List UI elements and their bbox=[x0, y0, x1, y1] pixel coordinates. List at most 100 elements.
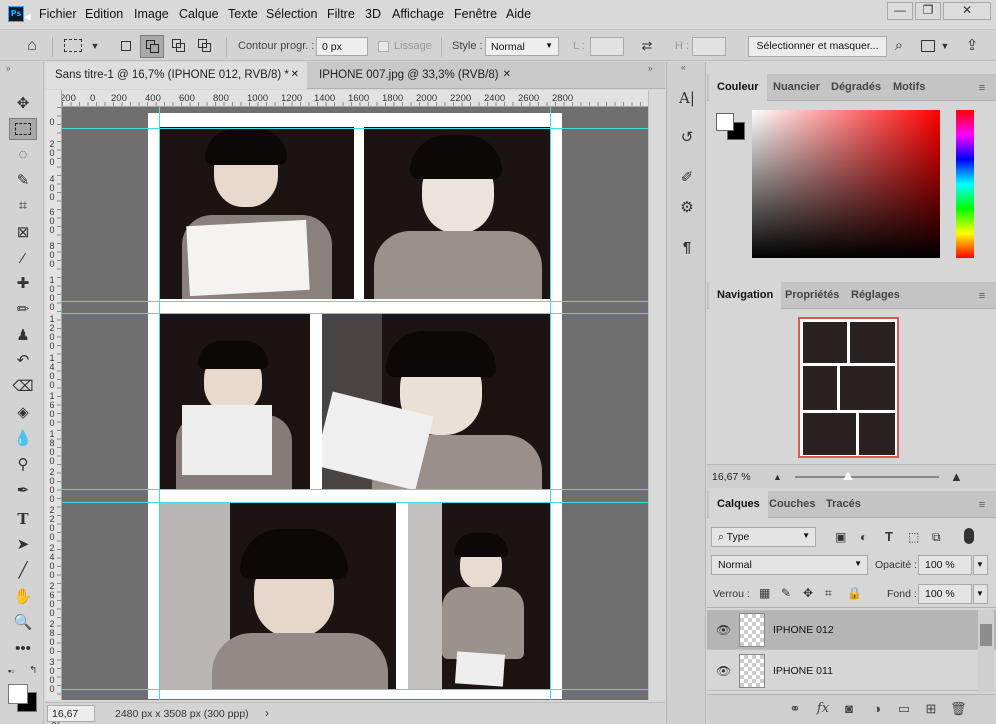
search-icon[interactable]: ⌕ bbox=[891, 38, 907, 54]
menu-texte[interactable]: Texte bbox=[228, 7, 258, 21]
lock-artboard-icon[interactable]: ⌗ bbox=[825, 586, 832, 601]
tab-iphone-007[interactable]: IPHONE 007.jpg @ 33,3% (RVB/8) ✕ bbox=[309, 62, 519, 89]
pen-tool-icon[interactable]: ✒ bbox=[9, 480, 37, 502]
lasso-tool-icon[interactable]: ◌ bbox=[9, 144, 37, 166]
guide-line[interactable] bbox=[62, 313, 648, 314]
filter-smart-object-icon[interactable]: ⧉ bbox=[932, 530, 941, 545]
home-icon[interactable]: ⌂ bbox=[24, 38, 40, 54]
adjustment-layer-icon[interactable]: ◑ bbox=[869, 701, 885, 716]
add-to-selection-button[interactable] bbox=[140, 35, 164, 58]
menu-selection[interactable]: Sélection bbox=[266, 7, 317, 21]
lock-all-icon[interactable]: 🔒 bbox=[847, 586, 862, 600]
filter-pixel-icon[interactable]: ▣ bbox=[835, 530, 846, 544]
foreground-color-chip[interactable] bbox=[716, 113, 734, 131]
menu-fichier[interactable]: Fichier bbox=[39, 7, 77, 21]
layer-row[interactable]: 👁 IPHONE 011 bbox=[707, 651, 996, 691]
restore-button[interactable]: ❐ bbox=[915, 2, 941, 20]
filter-shape-icon[interactable]: ⬚ bbox=[908, 530, 919, 544]
close-icon[interactable]: ✕ bbox=[503, 69, 511, 80]
marquee-tool-icon[interactable] bbox=[9, 118, 37, 140]
workspace-icon[interactable] bbox=[921, 40, 935, 52]
guide-line[interactable] bbox=[62, 502, 648, 503]
brush-tool-icon[interactable]: ✏ bbox=[9, 299, 37, 321]
panel-menu-icon[interactable]: ≡ bbox=[976, 499, 988, 511]
path-selection-tool-icon[interactable]: ➤ bbox=[9, 534, 37, 556]
zoom-field[interactable]: 16,67 % bbox=[47, 705, 95, 724]
type-tool-icon[interactable]: T bbox=[9, 508, 37, 530]
collapse-icon[interactable]: » bbox=[648, 64, 652, 73]
photoshop-logo-icon[interactable]: Ps bbox=[8, 6, 24, 22]
navigator-zoom-value[interactable]: 16,67 % bbox=[712, 471, 751, 483]
layers-scrollbar[interactable] bbox=[978, 610, 994, 692]
vertical-scrollbar[interactable] bbox=[648, 90, 665, 700]
blur-tool-icon[interactable]: 💧 bbox=[9, 428, 37, 450]
new-selection-icon[interactable] bbox=[121, 41, 131, 51]
lock-transparency-icon[interactable]: ▦ bbox=[759, 586, 770, 600]
tab-calques[interactable]: Calques bbox=[709, 491, 768, 518]
quick-select-tool-icon[interactable]: ✎ bbox=[9, 170, 37, 192]
navigator-thumbnail[interactable] bbox=[798, 317, 899, 458]
new-group-icon[interactable]: ▭ bbox=[896, 701, 912, 717]
scroll-thumb[interactable] bbox=[980, 624, 992, 646]
paragraph-panel-icon[interactable]: ¶ bbox=[677, 238, 697, 258]
frame-tool-icon[interactable]: ⊠ bbox=[9, 222, 37, 244]
panel-menu-icon[interactable]: ≡ bbox=[976, 290, 988, 302]
delete-layer-icon[interactable]: 🗑 bbox=[950, 701, 967, 717]
move-tool-icon[interactable]: ✥ bbox=[9, 93, 37, 115]
select-and-mask-button[interactable]: Sélectionner et masquer... bbox=[748, 36, 887, 57]
tab-couches[interactable]: Couches bbox=[761, 491, 823, 518]
close-icon[interactable]: ✕ bbox=[291, 69, 299, 80]
guide-line[interactable] bbox=[62, 128, 648, 129]
share-icon[interactable]: ⇪ bbox=[964, 38, 980, 54]
paint-bucket-tool-icon[interactable]: ◈ bbox=[9, 402, 37, 424]
menu-3d[interactable]: 3D bbox=[365, 7, 381, 21]
swap-arrows-icon[interactable]: ⇄ bbox=[639, 38, 655, 54]
menu-aide[interactable]: Aide bbox=[506, 7, 531, 21]
zoom-out-icon[interactable]: ▲ bbox=[773, 472, 782, 482]
photo-iphone-c[interactable] bbox=[160, 313, 310, 489]
add-mask-icon[interactable]: ◙ bbox=[841, 701, 857, 716]
healing-brush-tool-icon[interactable]: ✚ bbox=[9, 273, 37, 295]
filter-adjustment-icon[interactable]: ◐ bbox=[860, 530, 867, 544]
filter-toggle-switch[interactable] bbox=[964, 528, 974, 544]
chevron-down-icon[interactable]: ▼ bbox=[87, 38, 103, 54]
opacity-input[interactable]: 100 % bbox=[918, 555, 972, 575]
filter-type-icon[interactable]: T bbox=[885, 529, 893, 544]
fill-input[interactable]: 100 % bbox=[918, 584, 972, 604]
layer-style-fx-icon[interactable]: fx bbox=[815, 701, 831, 716]
panel-menu-icon[interactable]: ≡ bbox=[976, 82, 988, 94]
dodge-tool-icon[interactable]: ⚲ bbox=[9, 454, 37, 476]
photo-iphone-b[interactable] bbox=[364, 127, 550, 299]
clone-stamp-tool-icon[interactable]: ♟ bbox=[9, 325, 37, 347]
photo-iphone-d[interactable] bbox=[322, 313, 550, 489]
fill-dropdown[interactable]: ▼ bbox=[973, 584, 988, 604]
link-layers-icon[interactable]: ⚭ bbox=[787, 701, 803, 717]
menu-filtre[interactable]: Filtre bbox=[327, 7, 355, 21]
collapse-icon[interactable]: » bbox=[6, 64, 10, 73]
default-colors-icon[interactable]: ▪▫ bbox=[8, 666, 14, 676]
collapse-icon[interactable]: « bbox=[681, 63, 685, 72]
antialias-checkbox[interactable] bbox=[378, 41, 389, 52]
height-input[interactable] bbox=[692, 37, 726, 56]
close-window-button[interactable]: ✕ bbox=[943, 2, 991, 20]
photo-iphone-f[interactable] bbox=[408, 503, 550, 689]
tab-degrades[interactable]: Dégradés bbox=[823, 74, 889, 101]
guide-line[interactable] bbox=[62, 689, 648, 690]
tab-traces[interactable]: Tracés bbox=[818, 491, 869, 518]
chevron-down-icon[interactable]: ▼ bbox=[937, 38, 953, 54]
style-select[interactable]: Normal ▼ bbox=[485, 37, 559, 56]
color-field[interactable] bbox=[752, 110, 940, 258]
hand-tool-icon[interactable]: ✋ bbox=[9, 586, 37, 608]
layer-row[interactable]: 👁 IPHONE 012 bbox=[707, 610, 996, 650]
horizontal-ruler[interactable]: 200 0 200 400 600 800 1000 1200 1400 160… bbox=[62, 90, 648, 107]
eraser-tool-icon[interactable]: ⌫ bbox=[9, 376, 37, 398]
menu-affichage[interactable]: Affichage bbox=[392, 7, 444, 21]
hue-slider[interactable] bbox=[956, 110, 974, 258]
line-tool-icon[interactable]: ╱ bbox=[9, 560, 37, 582]
eyedropper-tool-icon[interactable]: ⁄ bbox=[9, 248, 37, 270]
zoom-in-icon[interactable]: ▲ bbox=[950, 469, 963, 484]
zoom-slider-thumb[interactable] bbox=[843, 472, 853, 480]
layer-name[interactable]: IPHONE 011 bbox=[773, 665, 833, 677]
blend-mode-select[interactable]: Normal ▼ bbox=[711, 555, 868, 575]
lock-position-icon[interactable]: ✥ bbox=[803, 586, 813, 600]
